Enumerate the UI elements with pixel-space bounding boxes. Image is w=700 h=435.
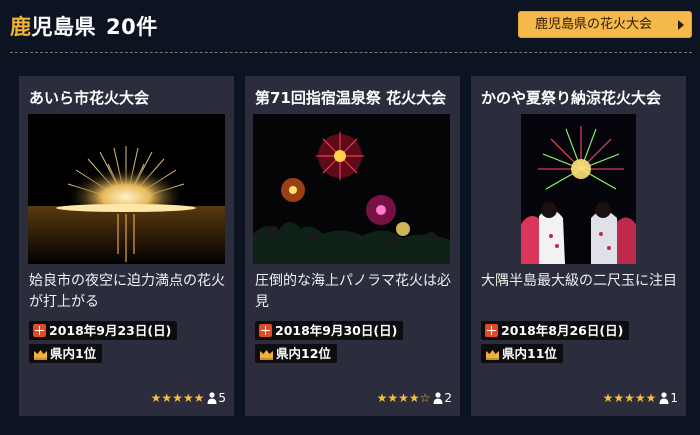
event-date: 2018年8月26日(日) bbox=[501, 323, 624, 338]
result-count: 20件 bbox=[106, 15, 158, 39]
fireworks-crowd-photo bbox=[253, 114, 450, 264]
person-icon bbox=[433, 392, 443, 404]
review-count: 5 bbox=[218, 391, 226, 405]
review-count: 2 bbox=[444, 391, 452, 405]
crown-icon bbox=[486, 350, 499, 360]
event-date-badge: 2018年9月23日(日) bbox=[29, 321, 178, 340]
star-rating: ★★★★☆ bbox=[376, 391, 431, 405]
prefecture-fireworks-button-label: 鹿児島県の花火大会 bbox=[535, 17, 653, 32]
event-date-badge: 2018年9月30日(日) bbox=[255, 321, 404, 340]
ranking-badge: 県内12位 bbox=[255, 344, 337, 363]
event-description: 圧倒的な海上パノラマ花火は必見 bbox=[255, 273, 451, 310]
arrow-right-icon bbox=[678, 20, 684, 30]
fireworks-over-water-photo bbox=[28, 114, 225, 264]
calendar-icon bbox=[259, 324, 272, 337]
prefecture-first-char: 鹿 bbox=[10, 15, 32, 39]
prefecture-name: 児島県 bbox=[31, 15, 96, 39]
ranking-text: 県内12位 bbox=[276, 346, 331, 361]
page-title: 鹿児島県 20件 bbox=[10, 11, 158, 41]
event-title: かのや夏祭り納涼花火大会 bbox=[481, 89, 662, 107]
calendar-icon bbox=[33, 324, 46, 337]
page-header: 鹿児島県 20件 鹿児島県の花火大会 bbox=[0, 0, 700, 52]
event-date-badge: 2018年8月26日(日) bbox=[481, 321, 630, 340]
ranking-text: 県内1位 bbox=[50, 346, 97, 361]
review-count: 1 bbox=[670, 391, 678, 405]
crown-icon bbox=[34, 350, 47, 360]
rating: ★★★★★ 5 bbox=[151, 391, 226, 405]
event-date: 2018年9月30日(日) bbox=[275, 323, 398, 338]
rating: ★★★★☆ 2 bbox=[377, 391, 452, 405]
event-title: あいら市花火大会 bbox=[29, 89, 150, 107]
ranking-badge: 県内1位 bbox=[29, 344, 103, 363]
crown-icon bbox=[260, 350, 273, 360]
ranking-badge: 県内11位 bbox=[481, 344, 563, 363]
fireworks-yukata-photo bbox=[521, 114, 636, 264]
calendar-icon bbox=[485, 324, 498, 337]
event-card[interactable]: かのや夏祭り納涼花火大会 大隅半島最大級の二尺玉に注目 2018年8月26日(日… bbox=[471, 76, 686, 416]
event-card[interactable]: あいら市花火大会 姶良市の夜空に迫力満点の花火が打上がる 2018年9月23日(… bbox=[19, 76, 234, 416]
event-date: 2018年9月23日(日) bbox=[49, 323, 172, 338]
header-divider bbox=[10, 52, 692, 53]
rating: ★★★★★ 1 bbox=[603, 391, 678, 405]
event-description: 姶良市の夜空に迫力満点の花火が打上がる bbox=[29, 273, 225, 310]
event-title: 第71回指宿温泉祭 花火大会 bbox=[255, 89, 447, 107]
person-icon bbox=[659, 392, 669, 404]
prefecture-fireworks-button[interactable]: 鹿児島県の花火大会 bbox=[518, 11, 692, 38]
event-card[interactable]: 第71回指宿温泉祭 花火大会 圧倒的な海上パノラマ花火は必見 2018年9月30… bbox=[245, 76, 460, 416]
ranking-text: 県内11位 bbox=[502, 346, 557, 361]
event-description: 大隅半島最大級の二尺玉に注目 bbox=[481, 273, 677, 289]
star-rating: ★★★★★ bbox=[150, 391, 205, 405]
person-icon bbox=[207, 392, 217, 404]
star-rating: ★★★★★ bbox=[602, 391, 657, 405]
